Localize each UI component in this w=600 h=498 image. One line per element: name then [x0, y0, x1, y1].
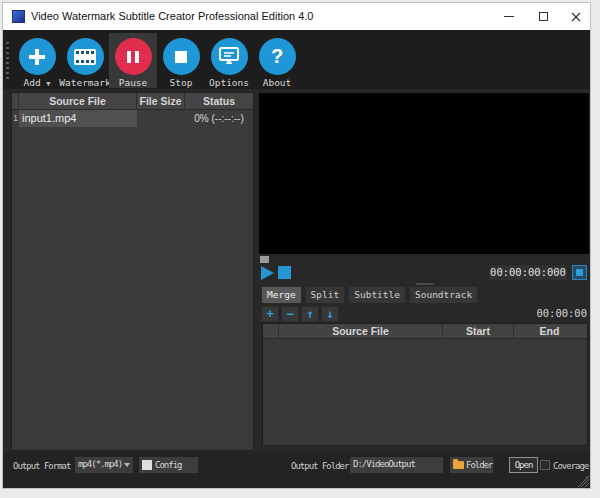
player-stop-icon[interactable]	[278, 266, 291, 279]
video-preview[interactable]	[259, 93, 589, 254]
main-toolbar: Add ▼ Watermark Pause Stop	[3, 30, 590, 89]
segment-table-header: Source File Start End	[263, 324, 587, 339]
app-icon	[12, 10, 25, 23]
segment-column-start[interactable]: Start	[443, 324, 514, 338]
minimize-button[interactable]	[495, 3, 523, 30]
pause-button[interactable]: Pause	[109, 33, 157, 88]
bottom-bar: Output Format mp4(*.mp4) Config Output F…	[3, 452, 590, 488]
about-button[interactable]: ? About	[253, 33, 301, 88]
chevron-down-icon	[124, 463, 130, 467]
about-label: About	[263, 77, 292, 88]
snapshot-button[interactable]	[572, 265, 587, 280]
folder-icon	[453, 461, 464, 469]
segment-time: 00:00:00	[501, 307, 587, 319]
coverage-label: Coverage	[553, 459, 588, 473]
toolbar-grip[interactable]	[6, 42, 9, 80]
coverage-checkbox[interactable]	[540, 460, 550, 470]
seek-slider-handle[interactable]	[260, 256, 269, 263]
table-row[interactable]: 1 input1.mp4 0% (--:--:--)	[12, 110, 253, 127]
chevron-down-icon: ▼	[46, 80, 50, 88]
row-number: 1	[12, 110, 19, 127]
snapshot-icon	[576, 269, 583, 276]
close-icon	[571, 12, 581, 22]
column-file-size[interactable]: File Size	[137, 93, 185, 109]
tab-merge[interactable]: Merge	[261, 286, 302, 303]
plus-icon	[19, 38, 56, 75]
column-status[interactable]: Status	[185, 93, 253, 109]
stop-icon	[163, 38, 200, 75]
add-button[interactable]: Add ▼	[13, 33, 61, 88]
monitor-icon	[211, 38, 248, 75]
play-icon[interactable]	[261, 266, 274, 280]
question-icon: ?	[259, 38, 296, 75]
segment-move-down-button[interactable]: ↓	[321, 306, 339, 322]
playback-time: 00:00:00:000	[488, 264, 568, 281]
film-icon	[67, 38, 104, 75]
title-bar: Video Watermark Subtitle Creator Profess…	[3, 3, 590, 30]
options-label: Options	[209, 77, 249, 88]
cell-file-size	[137, 110, 185, 127]
cell-source-file[interactable]: input1.mp4	[19, 110, 137, 127]
options-button[interactable]: Options	[205, 33, 253, 88]
cell-status: 0% (--:--:--)	[185, 110, 253, 127]
pause-icon	[115, 38, 152, 75]
source-file-table: Source File File Size Status 1 input1.mp…	[11, 92, 254, 451]
column-source-file[interactable]: Source File	[19, 93, 137, 109]
output-format-select[interactable]: mp4(*.mp4)	[75, 457, 133, 473]
folder-button[interactable]: Folder	[450, 457, 493, 473]
file-table-header: Source File File Size Status	[12, 93, 253, 110]
maximize-button[interactable]	[529, 3, 557, 30]
maximize-icon	[539, 12, 548, 21]
config-label: Config	[155, 460, 182, 470]
pause-label: Pause	[119, 77, 148, 88]
row-number-header	[12, 93, 19, 109]
config-button[interactable]: Config	[139, 457, 198, 473]
tab-split[interactable]: Split	[305, 286, 346, 303]
tab-subtitle[interactable]: Subtitle	[348, 286, 406, 303]
resize-grip[interactable]	[577, 475, 589, 487]
tab-soundtrack[interactable]: Soundtrack	[409, 286, 478, 303]
splitter-handle[interactable]	[416, 283, 434, 285]
close-button[interactable]	[562, 3, 590, 30]
segment-gutter-header	[263, 324, 279, 338]
stop-button[interactable]: Stop	[157, 33, 205, 88]
segment-table: Source File Start End	[262, 323, 588, 446]
stop-label: Stop	[170, 77, 193, 88]
segment-add-button[interactable]: +	[261, 306, 279, 322]
segment-remove-button[interactable]: −	[281, 306, 299, 322]
watermark-label: Watermark	[59, 77, 110, 88]
open-button[interactable]: Open	[509, 457, 538, 473]
window-title: Video Watermark Subtitle Creator Profess…	[31, 3, 313, 30]
segment-column-source-file[interactable]: Source File	[279, 324, 443, 338]
config-icon	[142, 460, 152, 470]
tab-bar: Merge Split Subtitle Soundtrack	[261, 286, 481, 303]
watermark-button[interactable]: Watermark	[61, 33, 109, 88]
app-window: Video Watermark Subtitle Creator Profess…	[2, 2, 591, 489]
segment-move-up-button[interactable]: ↑	[301, 306, 319, 322]
output-folder-label: Output Folder	[291, 459, 348, 473]
add-label: Add ▼	[23, 77, 50, 88]
output-format-label: Output Format	[13, 459, 70, 473]
minimize-icon	[504, 16, 514, 17]
output-folder-input[interactable]: D:/VideoOutput	[350, 457, 443, 473]
segment-column-end[interactable]: End	[514, 324, 585, 338]
folder-button-label: Folder	[466, 460, 493, 470]
